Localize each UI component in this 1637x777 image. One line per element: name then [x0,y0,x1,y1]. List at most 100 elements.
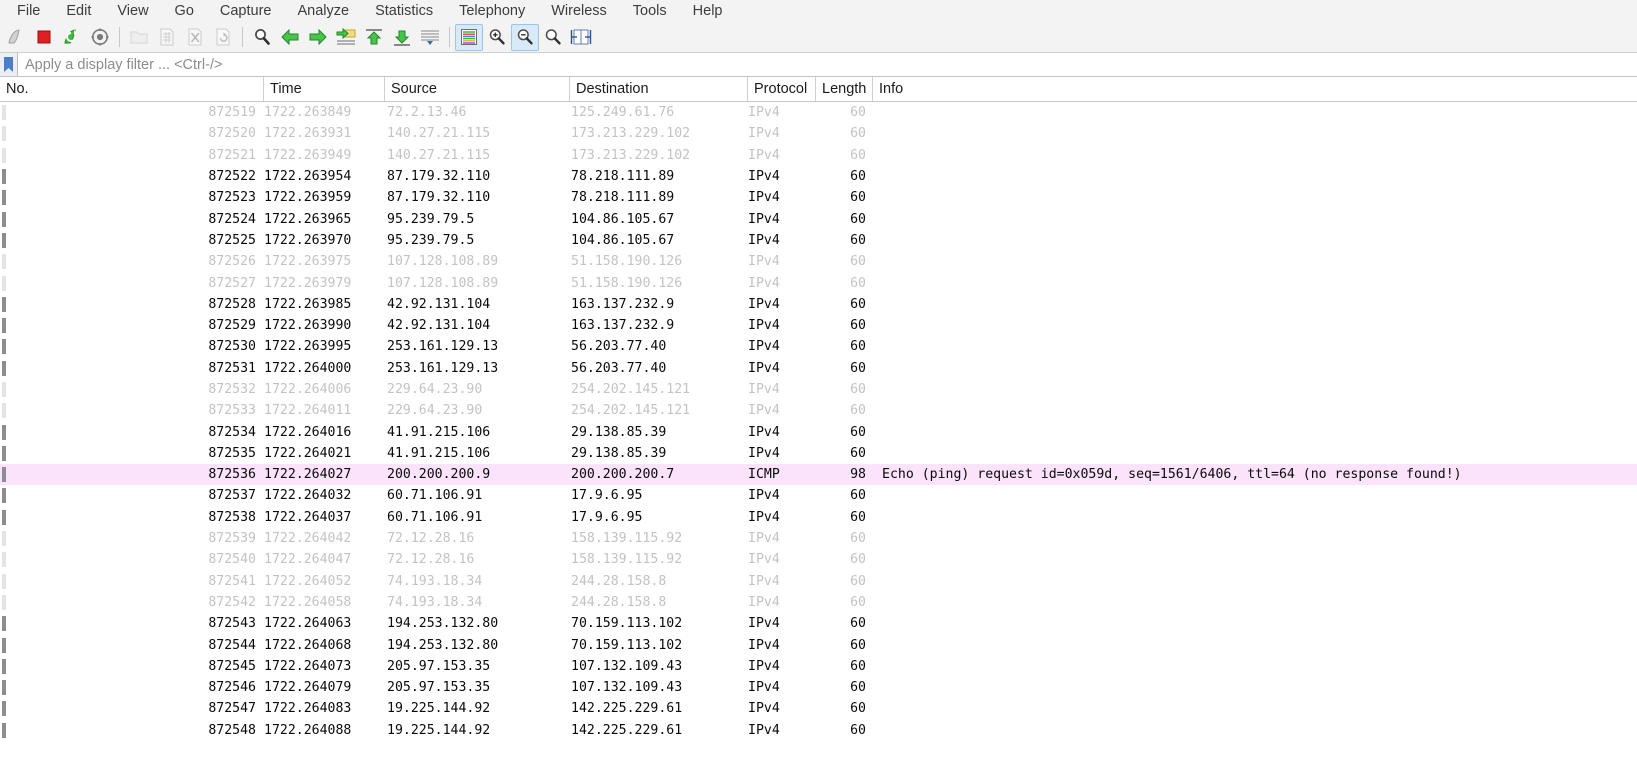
menu-item-tools[interactable]: Tools [620,1,680,22]
packet-row[interactable]: 872525 1722.263970 95.239.79.5 104.86.105.6… [0,230,1637,251]
resize-columns-icon[interactable] [567,24,595,51]
packet-cell-len: 60 [850,594,866,610]
packet-cell-src: 72.12.28.16 [387,531,475,547]
packet-cell-time: 1722.264058 [264,594,352,610]
packet-cell-proto: IPv4 [748,169,780,185]
packet-row[interactable]: 872529 1722.263990 42.92.131.104 163.137.23… [0,315,1637,336]
packet-related-marker-icon [0,722,8,738]
packet-row[interactable]: 872534 1722.264016 41.91.215.106 29.138.85.… [0,421,1637,442]
column-header-time[interactable]: Time [264,77,385,101]
packet-cell-len: 60 [850,680,866,696]
save-file-icon[interactable] [153,24,181,51]
packet-cell-no: 872525 [208,232,256,248]
packet-row[interactable]: 872520 1722.263931 140.27.21.115 173.213.22… [0,123,1637,144]
packet-cell-dst: 107.132.109.43 [571,658,683,674]
menu-item-telephony[interactable]: Telephony [446,1,538,22]
packet-related-marker-icon [0,509,8,525]
menu-item-go[interactable]: Go [162,1,207,22]
packet-row[interactable]: 872544 1722.264068 194.253.132.80 70.159.11… [0,634,1637,655]
packet-row[interactable]: 872537 1722.264032 60.71.106.91 17.9.6.95 IP… [0,485,1637,506]
packet-cell-len: 60 [850,169,866,185]
restart-capture-icon[interactable] [58,24,86,51]
packet-row[interactable]: 872535 1722.264021 41.91.215.106 29.138.85.… [0,443,1637,464]
packet-row[interactable]: 872542 1722.264058 74.193.18.34 244.28.158.… [0,592,1637,613]
packet-row[interactable]: 872545 1722.264073 205.97.153.35 107.132.10… [0,656,1637,677]
stop-capture-square-icon[interactable] [30,24,58,51]
packet-cell-src: 74.193.18.34 [387,594,483,610]
packet-row[interactable]: 872526 1722.263975 107.128.108.89 51.158.19… [0,251,1637,272]
packet-cell-proto: IPv4 [748,382,780,397]
packet-cell-src: 194.253.132.80 [387,637,499,653]
packet-row[interactable]: 872536 1722.264027 200.200.200.9 200.200.20… [0,464,1637,486]
go-forward-arrow-icon[interactable] [304,24,332,51]
column-header-source[interactable]: Source [385,77,570,101]
display-filter-input[interactable] [18,53,1637,76]
go-to-packet-icon[interactable] [332,24,360,51]
bookmark-icon[interactable] [0,53,18,76]
packet-cell-no: 872548 [208,722,256,738]
packet-cell-proto: IPv4 [748,105,780,121]
packet-cell-len: 60 [850,488,866,504]
packet-row[interactable]: 872527 1722.263979 107.128.108.89 51.158.19… [0,272,1637,293]
normal-size-icon[interactable] [539,24,567,51]
find-packet-magnifier-icon[interactable] [248,24,276,51]
close-file-icon[interactable] [181,24,209,51]
open-file-folder-icon[interactable] [125,24,153,51]
column-header-no[interactable]: No. [0,77,264,101]
packet-row[interactable]: 872521 1722.263949 140.27.21.115 173.213.22… [0,145,1637,166]
menu-item-edit[interactable]: Edit [53,1,104,22]
packet-row[interactable]: 872531 1722.264000 253.161.129.13 56.203.77… [0,358,1637,379]
packet-row[interactable]: 872539 1722.264042 72.12.28.16 158.139.115.… [0,528,1637,549]
zoom-out-icon[interactable] [511,23,539,51]
packet-cell-no: 872522 [208,169,256,185]
column-header-protocol[interactable]: Protocol [748,77,816,101]
packet-row[interactable]: 872532 1722.264006 229.64.23.90 254.202.145… [0,379,1637,400]
menu-item-file[interactable]: File [4,1,53,22]
zoom-in-icon[interactable] [483,24,511,51]
packet-row[interactable]: 872524 1722.263965 95.239.79.5 104.86.105.6… [0,208,1637,229]
packet-cell-dst: 173.213.229.102 [571,126,691,142]
menu-item-capture[interactable]: Capture [207,1,285,22]
packet-row[interactable]: 872547 1722.264083 19.225.144.92 142.225.22… [0,698,1637,719]
column-header-info[interactable]: Info [873,77,1637,101]
packet-row[interactable]: 872548 1722.264088 19.225.144.92 142.225.22… [0,720,1637,741]
packet-cell-proto: IPv4 [748,190,780,206]
go-to-first-packet-icon[interactable] [360,24,388,51]
packet-cell-dst: 125.249.61.76 [571,105,675,121]
packet-row[interactable]: 872541 1722.264052 74.193.18.34 244.28.158.… [0,571,1637,592]
packet-cell-no: 872535 [208,445,256,461]
packet-row[interactable]: 872519 1722.263849 72.2.13.46 125.249.61.76… [0,102,1637,123]
go-back-arrow-icon[interactable] [276,24,304,51]
packet-row[interactable]: 872522 1722.263954 87.179.32.110 78.218.111… [0,166,1637,187]
colorize-packet-list-icon[interactable] [455,23,483,51]
go-to-last-packet-icon[interactable] [388,24,416,51]
packet-row[interactable]: 872538 1722.264037 60.71.106.91 17.9.6.95 IP… [0,507,1637,528]
auto-scroll-live-capture-icon[interactable] [416,24,444,51]
packet-cell-dst: 70.159.113.102 [571,637,683,653]
column-header-length[interactable]: Length [816,77,873,101]
menu-item-statistics[interactable]: Statistics [362,1,446,22]
packet-row[interactable]: 872540 1722.264047 72.12.28.16 158.139.115.… [0,549,1637,570]
packet-row[interactable]: 872546 1722.264079 205.97.153.35 107.132.10… [0,677,1637,698]
menu-item-help[interactable]: Help [680,1,736,22]
menu-item-analyze[interactable]: Analyze [284,1,362,22]
packet-cell-time: 1722.263959 [264,190,352,206]
menu-item-view[interactable]: View [104,1,161,22]
packet-row[interactable]: 872530 1722.263995 253.161.129.13 56.203.77… [0,336,1637,357]
packet-row[interactable]: 872533 1722.264011 229.64.23.90 254.202.145… [0,400,1637,421]
packet-cell-len: 60 [850,296,866,312]
reload-file-icon[interactable] [209,24,237,51]
start-capture-shark-fin-icon[interactable] [2,24,30,51]
packet-related-marker-icon [0,190,8,206]
packet-related-marker-icon [0,680,8,696]
packet-row[interactable]: 872543 1722.264063 194.253.132.80 70.159.11… [0,613,1637,634]
packet-row[interactable]: 872528 1722.263985 42.92.131.104 163.137.23… [0,294,1637,315]
menu-item-wireless[interactable]: Wireless [538,1,620,22]
packet-row[interactable]: 872523 1722.263959 87.179.32.110 78.218.111… [0,187,1637,208]
capture-options-gear-icon[interactable] [86,24,114,51]
packet-cell-proto: IPv4 [748,531,780,547]
packet-cell-dst: 163.137.232.9 [571,296,675,312]
packet-list[interactable]: 872519 1722.263849 72.2.13.46 125.249.61.76… [0,102,1637,774]
column-header-destination[interactable]: Destination [570,77,748,101]
packet-cell-no: 872527 [208,275,256,291]
